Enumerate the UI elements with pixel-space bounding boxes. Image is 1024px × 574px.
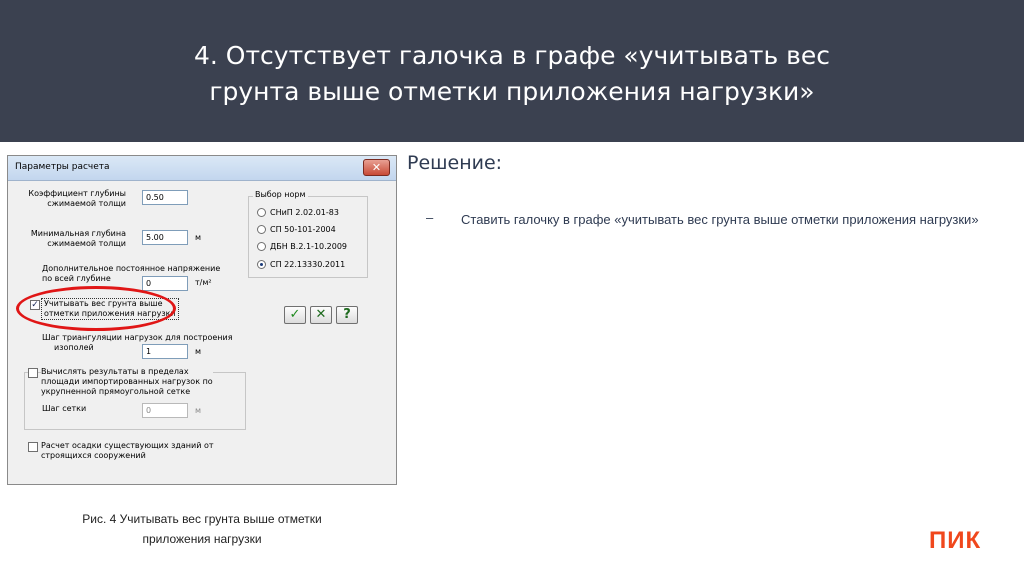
mindepth-input[interactable]: 5.00 xyxy=(142,230,188,245)
slide-header: 4. Отсутствует галочка в графе «учитыват… xyxy=(0,0,1024,142)
slide-title: 4. Отсутствует галочка в графе «учитыват… xyxy=(0,38,1024,110)
triang-unit: м xyxy=(195,347,202,356)
solution-title: Решение: xyxy=(407,152,503,174)
norm-radio-1[interactable] xyxy=(257,225,266,234)
coef-input[interactable]: 0.50 xyxy=(142,190,188,205)
triang-label: Шаг триангуляции нагрузок для построения… xyxy=(42,333,233,353)
triang-input[interactable]: 1 xyxy=(142,344,188,359)
mindepth-label-line-1: Минимальная глубина xyxy=(30,229,126,238)
norm-label-2: ДБН В.2.1-10.2009 xyxy=(270,242,348,251)
norm-label-1: СП 50-101-2004 xyxy=(270,225,336,234)
mindepth-label: Минимальная глубина сжимаемой толщи xyxy=(18,229,126,249)
calc-area-label-line-3: укрупненной прямоугольной сетке xyxy=(41,387,191,396)
settlement-label-line-1: Расчет осадки существующих зданий от xyxy=(41,441,214,450)
close-button[interactable]: ✕ xyxy=(363,159,390,176)
pik-logo: ПИК xyxy=(929,527,982,554)
norm-radio-3[interactable] xyxy=(257,260,266,269)
help-button[interactable]: ? xyxy=(336,306,358,324)
settlement-label: Расчет осадки существующих зданий от стр… xyxy=(41,441,214,461)
pressure-label-line-2: по всей глубине xyxy=(42,274,111,283)
grid-step-unit: м xyxy=(195,406,202,415)
mindepth-unit: м xyxy=(195,233,202,242)
pressure-label-line-1: Дополнительное постоянное напряжение xyxy=(42,264,221,273)
norm-label-0: СНиП 2.02.01-83 xyxy=(270,208,339,217)
norm-label-3: СП 22.13330.2011 xyxy=(270,260,346,269)
calc-area-label: Вычислять результаты в пределах площади … xyxy=(41,367,213,397)
norm-radio-0[interactable] xyxy=(257,208,266,217)
norm-radio-2[interactable] xyxy=(257,242,266,251)
settlement-checkbox[interactable] xyxy=(28,442,38,452)
solution-text: Ставить галочку в графе «учитывать вес г… xyxy=(461,212,979,227)
slide-title-line-1: 4. Отсутствует галочка в графе «учитыват… xyxy=(193,41,830,70)
calc-area-checkbox[interactable] xyxy=(28,368,38,378)
triang-label-line-1: Шаг триангуляции нагрузок для построения xyxy=(42,333,233,342)
settlement-label-line-2: строящихся сооружений xyxy=(41,451,146,460)
dialog-title: Параметры расчета xyxy=(15,162,110,172)
mindepth-label-line-2: сжимаемой толщи xyxy=(47,239,126,248)
calc-area-label-line-2: площади импортированных нагрузок по xyxy=(41,377,213,386)
pressure-input[interactable]: 0 xyxy=(142,276,188,291)
pressure-label: Дополнительное постоянное напряжение по … xyxy=(42,264,220,284)
pressure-unit: т/м² xyxy=(195,278,212,287)
coef-label-line-1: Коэффициент глубины xyxy=(28,189,126,198)
slide-title-line-2: грунта выше отметки приложения нагрузки» xyxy=(209,77,815,106)
triang-label-line-2: изополей xyxy=(54,343,94,352)
solution-bullet: – xyxy=(426,210,434,225)
dialog-titlebar: Параметры расчета ✕ xyxy=(8,156,396,181)
highlight-ellipse xyxy=(16,286,176,331)
figure-caption-line-1: Рис. 4 Учитывать вес грунта выше отметки xyxy=(82,512,322,526)
cancel-button[interactable]: ✕ xyxy=(310,306,332,324)
figure-caption-line-2: приложения нагрузки xyxy=(142,532,262,546)
grid-step-input[interactable]: 0 xyxy=(142,403,188,418)
ok-button[interactable]: ✓ xyxy=(284,306,306,324)
grid-step-label: Шаг сетки xyxy=(42,404,87,413)
coef-label: Коэффициент глубины сжимаемой толщи xyxy=(18,189,126,209)
calc-area-label-line-1: Вычислять результаты в пределах xyxy=(41,367,189,376)
norms-group-title: Выбор норм xyxy=(253,190,308,199)
coef-label-line-2: сжимаемой толщи xyxy=(47,199,126,208)
